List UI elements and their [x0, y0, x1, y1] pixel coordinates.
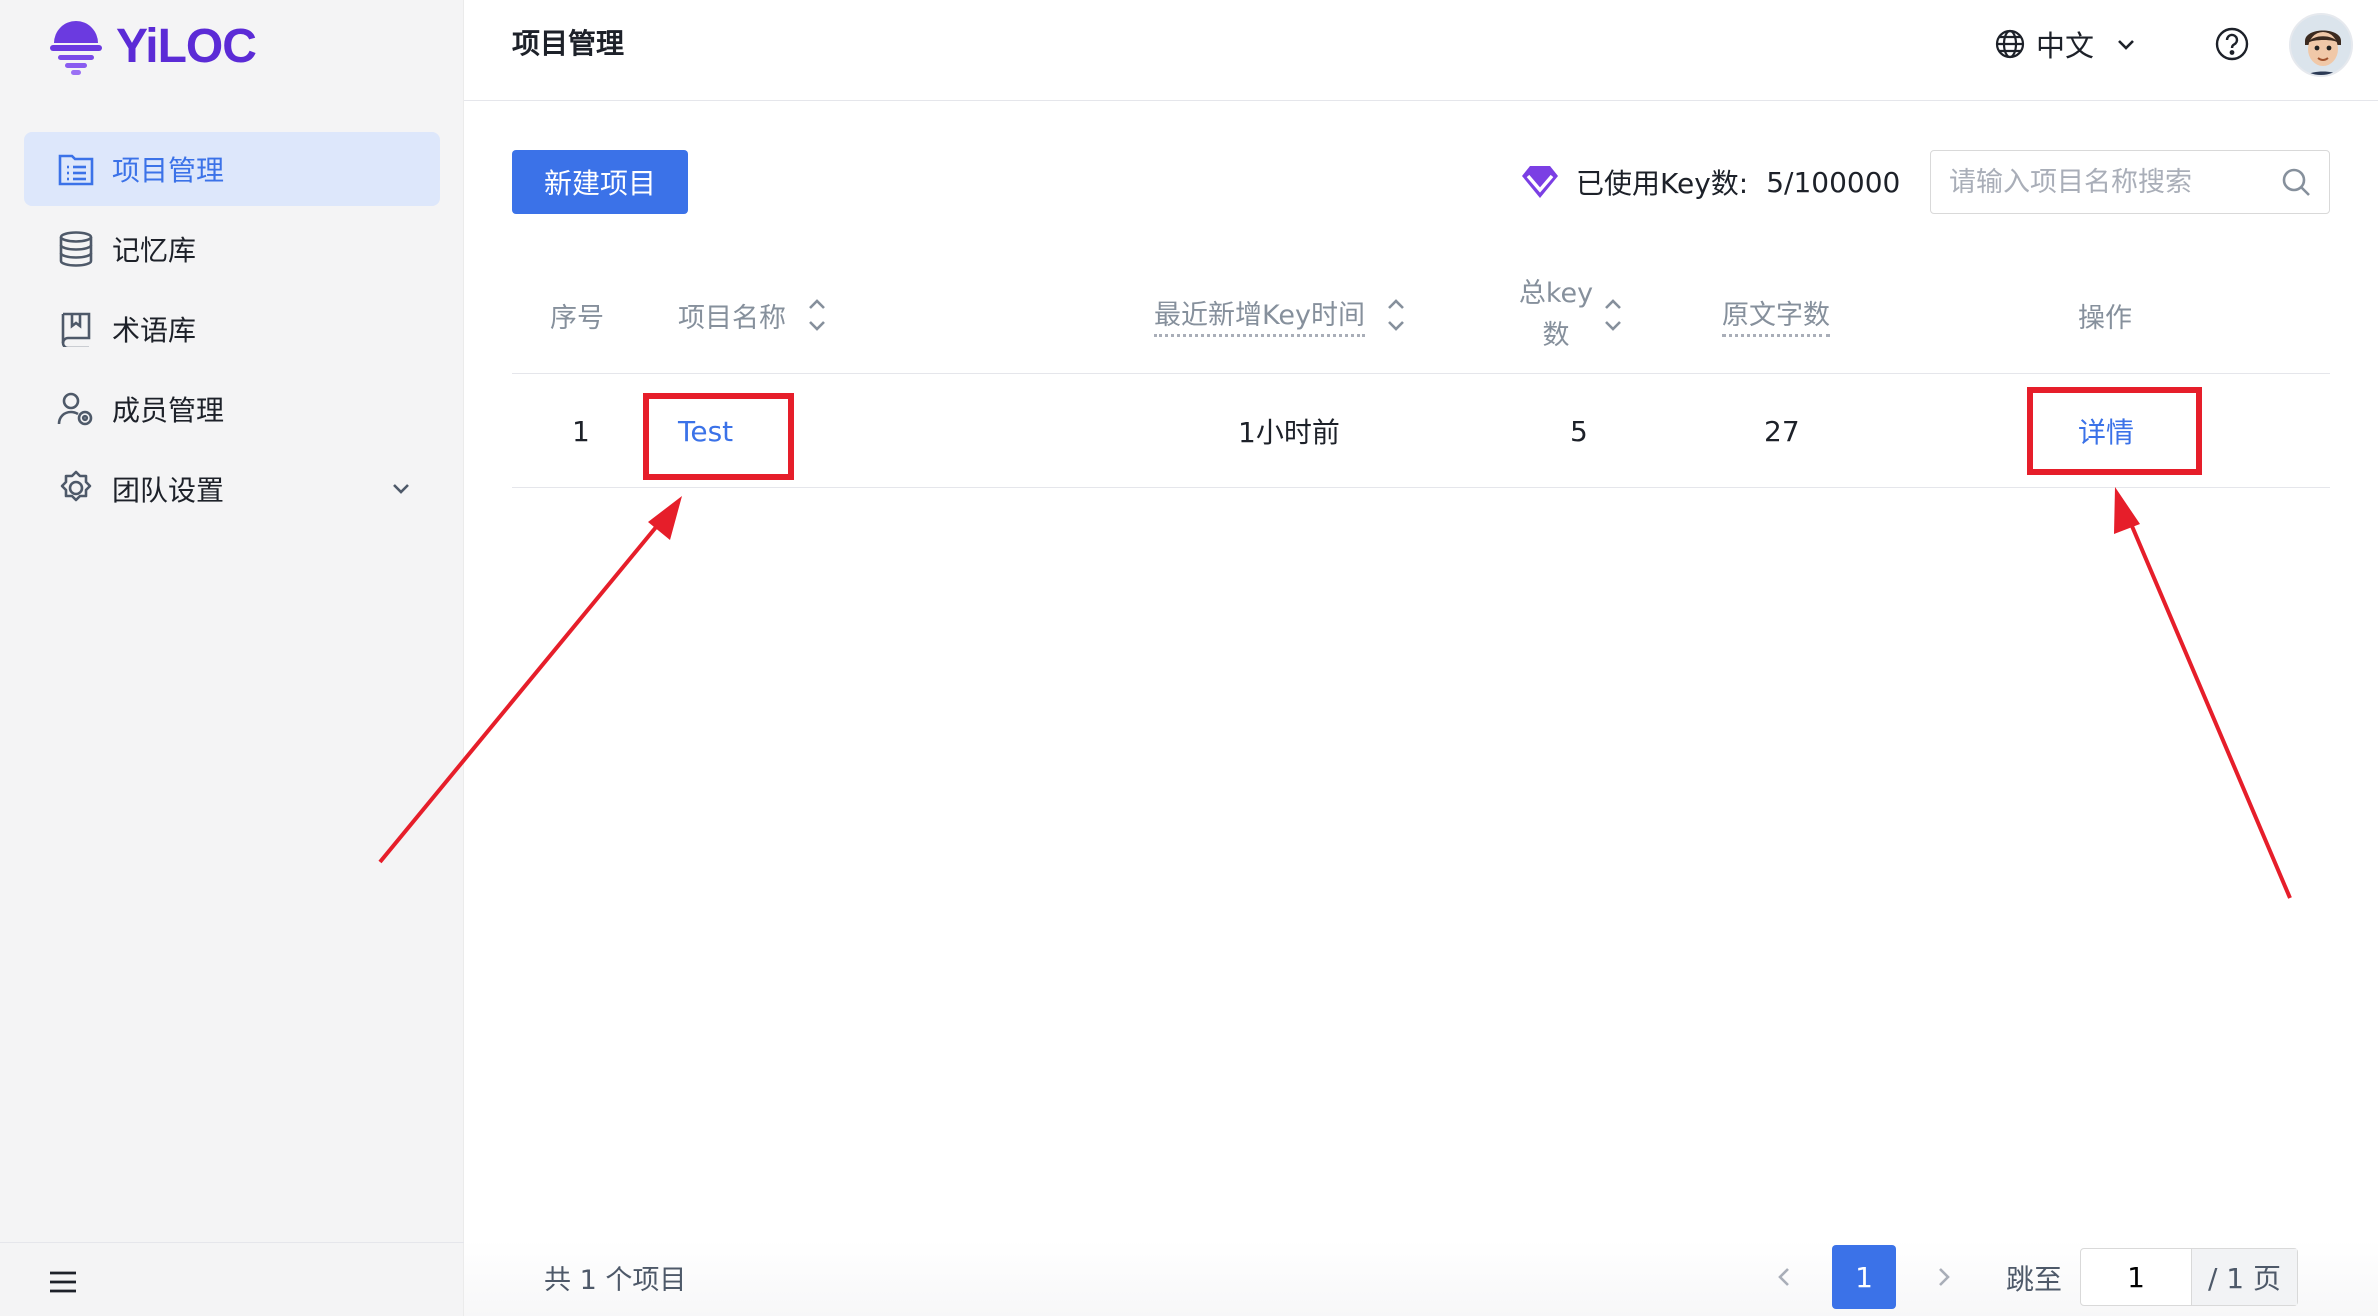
cell-index: 1 [572, 414, 590, 448]
avatar[interactable] [2289, 13, 2353, 77]
language-label: 中文 [2036, 29, 2095, 63]
sort-icon[interactable] [1602, 293, 1624, 337]
sidebar-item-label: 项目管理 [112, 154, 225, 187]
member-settings-icon [56, 389, 96, 429]
col-index: 序号 [550, 256, 604, 374]
table-header: 序号 项目名称 最近新增Key时间 总key 数 原文字数 操作 [512, 256, 2330, 374]
user-avatar-image [2291, 15, 2351, 75]
col-actions: 操作 [2078, 256, 2132, 374]
sidebar-item-members[interactable]: 成员管理 [24, 372, 440, 446]
gear-icon [56, 469, 96, 509]
col-name-label: 项目名称 [678, 302, 786, 334]
project-list-icon [56, 149, 96, 189]
sidebar-item-label: 成员管理 [112, 394, 225, 427]
col-last-key-time[interactable]: 最近新增Key时间 [1154, 256, 1407, 374]
chevron-right-icon[interactable] [1928, 1262, 1958, 1292]
globe-icon [1995, 29, 2025, 59]
database-icon [56, 229, 96, 269]
help-icon[interactable] [2214, 26, 2250, 62]
sidebar-item-label: 记忆库 [112, 234, 197, 267]
col-last-key-time-label: 最近新增Key时间 [1154, 293, 1365, 337]
chevron-down-icon [393, 484, 409, 494]
brand-logo[interactable]: YiLOC [50, 16, 257, 76]
sidebar-footer [0, 1242, 464, 1316]
jump-label: 跳至 [2006, 1263, 2063, 1296]
brand-name: YiLOC [116, 19, 257, 73]
cell-source-chars: 27 [1764, 414, 1800, 448]
col-actions-label: 操作 [2078, 302, 2132, 334]
highlight-box-project-name [643, 393, 794, 480]
search-icon[interactable] [2281, 167, 2311, 197]
sort-icon[interactable] [1385, 293, 1407, 337]
cell-total-keys: 5 [1570, 414, 1588, 448]
key-usage-label: 已使用Key数: [1576, 167, 1749, 200]
col-source-chars-label: 原文字数 [1722, 293, 1830, 337]
sidebar: YiLOC 项目管理 记忆库 术语库 成员管理 团队设置 [0, 0, 464, 1316]
page-button-current[interactable]: 1 [1832, 1245, 1896, 1309]
col-total-keys[interactable]: 总key 数 [1518, 256, 1594, 374]
key-usage-value: 5/100000 [1766, 165, 1901, 199]
chevron-left-icon[interactable] [1770, 1262, 1800, 1292]
col-total-keys-label-2: 数 [1542, 320, 1570, 351]
pagination-total: 共 1 个项目 [544, 1265, 687, 1296]
highlight-box-detail [2027, 387, 2202, 475]
sidebar-item-glossary[interactable]: 术语库 [24, 292, 440, 366]
sidebar-item-label: 团队设置 [112, 474, 225, 507]
col-index-label: 序号 [550, 302, 604, 334]
language-switcher[interactable]: 中文 [1994, 24, 2148, 64]
col-total-keys-sorter[interactable] [1602, 256, 1624, 374]
sidebar-item-memory[interactable]: 记忆库 [24, 212, 440, 286]
top-header: 项目管理 中文 [464, 0, 2378, 101]
sort-icon[interactable] [806, 293, 828, 337]
page-jump-input[interactable] [2081, 1249, 2191, 1305]
cell-last-key-time: 1小时前 [1238, 416, 1340, 449]
key-usage: 已使用Key数: 5/100000 [1520, 160, 1900, 204]
page-total: / 1 页 [2191, 1249, 2297, 1305]
col-name[interactable]: 项目名称 [678, 256, 828, 374]
page-jumper: / 1 页 [2080, 1248, 2298, 1306]
sidebar-item-label: 术语库 [112, 314, 197, 347]
brand-logo-icon [50, 21, 102, 75]
page-title: 项目管理 [512, 27, 625, 60]
chevron-down-icon [2118, 40, 2134, 50]
col-source-chars: 原文字数 [1722, 256, 1830, 374]
project-search[interactable] [1930, 150, 2330, 214]
col-total-keys-label: 总key [1518, 278, 1594, 309]
search-input[interactable] [1949, 151, 2269, 213]
sidebar-item-projects[interactable]: 项目管理 [24, 132, 440, 206]
new-project-button[interactable]: 新建项目 [512, 150, 688, 214]
diamond-icon [1522, 166, 1558, 198]
book-icon [56, 309, 96, 349]
sidebar-item-team-settings[interactable]: 团队设置 [24, 452, 440, 526]
collapse-menu-icon[interactable] [48, 1269, 78, 1295]
sidebar-nav: 项目管理 记忆库 术语库 成员管理 团队设置 [24, 132, 440, 532]
